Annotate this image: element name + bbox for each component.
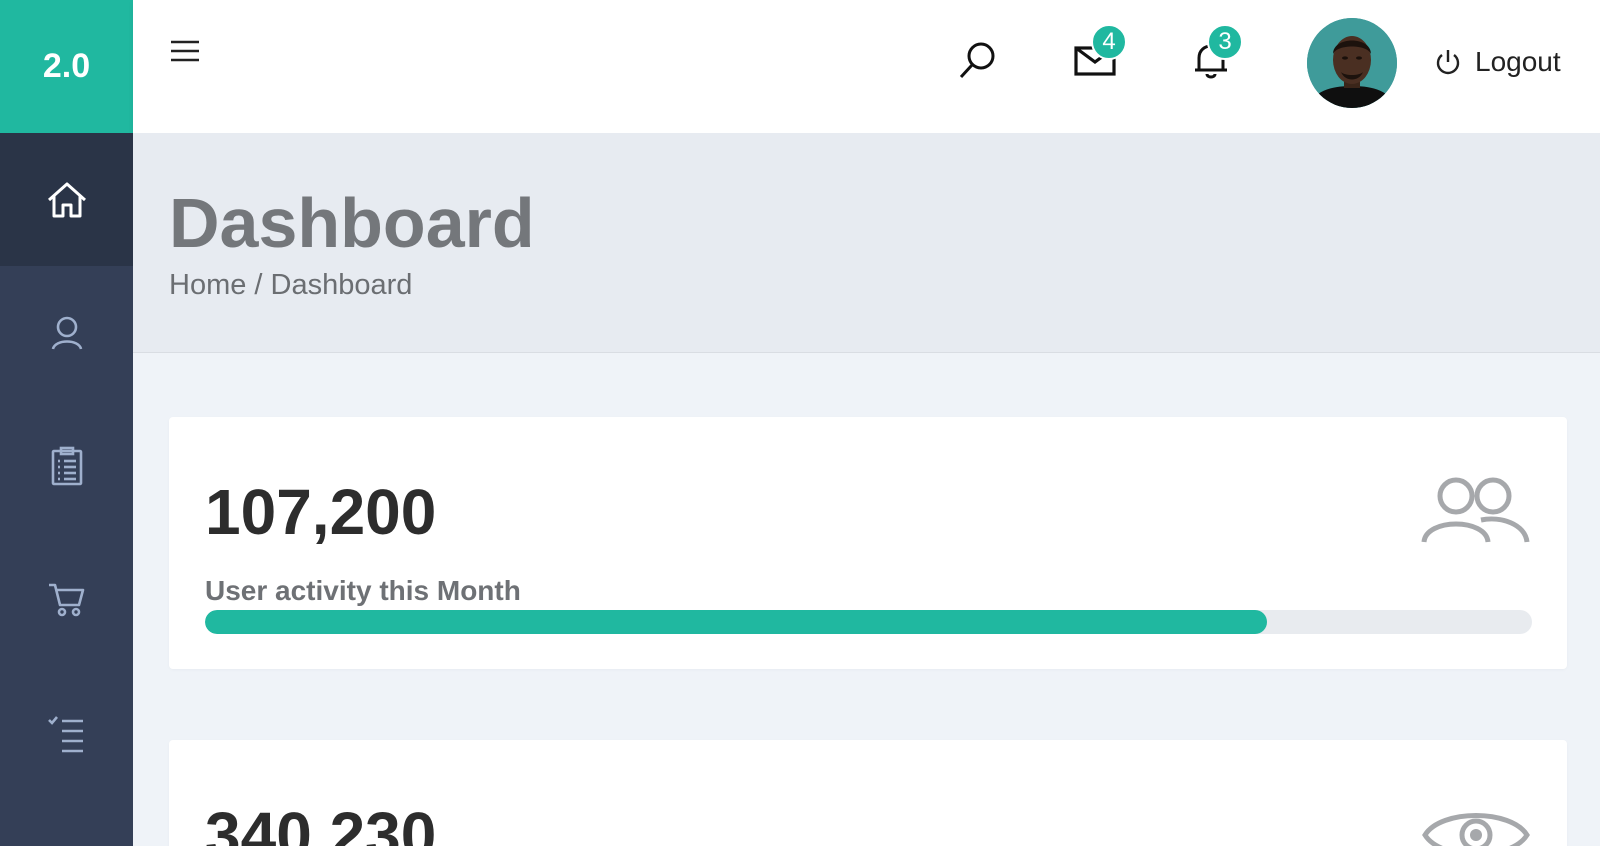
messages-badge: 4 — [1091, 24, 1127, 60]
breadcrumb-separator: / — [246, 269, 271, 301]
sidebar-item-home[interactable] — [0, 133, 133, 266]
cart-icon — [48, 583, 84, 616]
clipboard-icon — [51, 446, 82, 485]
stat-value: 107,200 — [205, 476, 437, 548]
brand-logo[interactable]: 2.0 — [0, 0, 133, 133]
top-bar: 4 3 Logout — [133, 0, 1600, 133]
sidebar-item-shop[interactable] — [0, 532, 133, 665]
sidebar-item-checklist[interactable] — [0, 665, 133, 798]
avatar[interactable] — [1307, 18, 1397, 108]
checklist-icon — [47, 715, 83, 752]
hamburger-icon[interactable] — [169, 36, 201, 68]
eye-icon — [1422, 813, 1530, 846]
avatar-image — [1307, 18, 1397, 108]
users-icon — [1421, 477, 1530, 543]
progress-bar — [205, 610, 1532, 634]
brand-label: 2.0 — [42, 47, 91, 85]
breadcrumb-home[interactable]: Home — [169, 269, 246, 301]
search-icon[interactable] — [955, 38, 999, 82]
breadcrumb: Home / Dashboard — [169, 269, 412, 302]
progress-fill — [205, 610, 1267, 634]
sidebar-item-tasks[interactable] — [0, 399, 133, 532]
page-header: Dashboard Home / Dashboard — [133, 133, 1600, 353]
sidebar-item-users[interactable] — [0, 266, 133, 399]
breadcrumb-current: Dashboard — [270, 269, 413, 301]
stat-card-views: 340,230 — [169, 740, 1567, 846]
stat-card-user-activity: 107,200 User activity this Month — [169, 417, 1567, 669]
sidebar — [0, 133, 133, 846]
stat-label: User activity this Month — [205, 575, 521, 606]
logout-button[interactable]: Logout — [1433, 42, 1561, 82]
home-icon — [47, 182, 86, 217]
logout-label: Logout — [1475, 46, 1561, 77]
notifications-button[interactable]: 3 — [1189, 24, 1243, 82]
messages-button[interactable]: 4 — [1073, 24, 1127, 82]
power-icon — [1436, 50, 1460, 75]
user-icon — [51, 316, 82, 350]
page-title: Dashboard — [169, 184, 535, 262]
stat-value: 340,230 — [205, 799, 437, 846]
notifications-badge: 3 — [1207, 24, 1243, 60]
